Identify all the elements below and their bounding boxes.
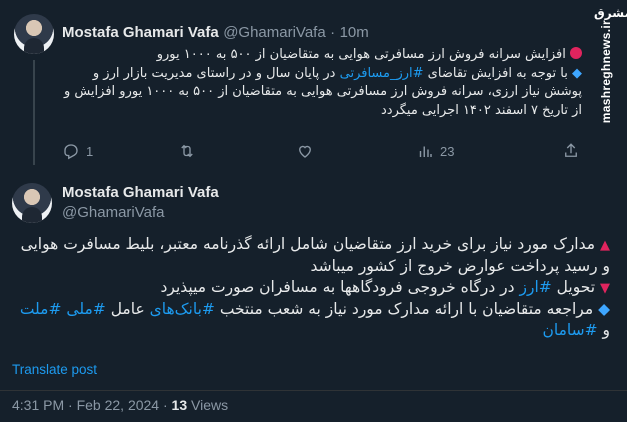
blue-diamond-icon: ◆ [572,65,582,81]
views-label: Views [187,397,229,413]
tweet-actions: 1 23 [62,142,582,162]
tweet-first[interactable]: Mostafa Ghamari Vafa @GhamariVafa · 10m … [0,0,590,175]
red-triangle-down-icon: ▼ [600,281,610,296]
post-timestamp[interactable]: 4:31 PM · Feb 22, 2024 [12,397,159,413]
author-handle[interactable]: @GhamariVafa [223,24,326,41]
red-circle-icon [570,47,582,59]
paragraph-delivery: ▼ تحویل #ارز در درگاه خروجی فرودگاهها به… [12,277,610,299]
tweet-line-2: ◆ با توجه به افزایش تقاضای #ارز_مسافرتی … [62,65,582,121]
post-time[interactable]: 10m [340,24,369,41]
share-button[interactable] [562,142,580,160]
views-button[interactable]: 23 [416,142,454,160]
hashtag-link[interactable]: #سامان [542,321,597,339]
divider [0,390,627,391]
paragraph-text: مدارک مورد نیاز برای خرید ارز متقاضیان ش… [20,235,610,275]
blue-diamond-icon: ◆ [598,300,610,318]
hashtag-link[interactable]: #ملت [20,300,62,318]
like-button[interactable] [296,142,320,160]
tweet-line-1: افزایش سرانه فروش ارز مسافرتی هوایی به م… [62,46,582,65]
author-name[interactable]: Mostafa Ghamari Vafa [62,24,219,41]
hashtag-link[interactable]: #ملی [66,300,105,318]
reply-button[interactable]: 1 [62,142,93,160]
views-count: 23 [440,143,455,159]
red-triangle-up-icon: ▲ [600,238,610,253]
tweet-main-text: ▲ مدارک مورد نیاز برای خرید ارز متقاضیان… [12,234,610,341]
retweet-icon [181,144,193,158]
paragraph-banks: ◆ مراجعه متقاضیان با ارائه مدارک مورد نی… [12,299,610,341]
time-separator: · [330,24,336,41]
thread-connector-line [33,60,35,165]
line-text-before: با توجه به افزایش تقاضای [423,65,568,81]
reply-count: 1 [86,143,94,159]
paragraph-text-mid: عامل [105,300,150,318]
hashtag-link[interactable]: #ارز_مسافرتی [340,66,424,81]
reply-icon [64,144,78,160]
views-icon [419,146,432,157]
meta-separator: · [159,397,172,413]
share-icon [565,143,577,157]
author-name[interactable]: Mostafa Ghamari Vafa [62,184,219,201]
paragraph-and: و [597,321,611,339]
tweet-header: Mostafa Ghamari Vafa @GhamariVafa · 10m [62,24,369,42]
watermark-url: mashreghnews.ir [599,20,613,124]
hashtag-link[interactable]: #بانک‌های [150,300,215,318]
like-icon [299,145,311,158]
avatar[interactable] [14,14,54,54]
site-watermark: مشرق mashreghnews.ir [590,0,627,130]
retweet-button[interactable] [178,142,202,160]
paragraph-documents: ▲ مدارک مورد نیاز برای خرید ارز متقاضیان… [12,234,610,277]
tweet-main-header: Mostafa Ghamari Vafa @GhamariVafa [12,183,612,228]
translate-post-link[interactable]: Translate post [12,362,97,377]
line-text: افزایش سرانه فروش ارز مسافرتی هوایی به م… [156,47,566,62]
author-handle[interactable]: @GhamariVafa [62,204,165,221]
paragraph-text-before: تحویل [551,278,596,296]
avatar[interactable] [12,183,52,223]
views-count: 13 [171,397,188,413]
hashtag-link[interactable]: #ارز [519,278,551,296]
post-metadata: 4:31 PM · Feb 22, 2024 · 13 Views [12,397,228,413]
paragraph-text-before: مراجعه متقاضیان با ارائه مدارک مورد نیاز… [214,300,594,318]
paragraph-text-after: در درگاه خروجی فرودگاهها به مسافران صورت… [160,278,520,296]
tweet-text: افزایش سرانه فروش ارز مسافرتی هوایی به م… [62,46,582,120]
